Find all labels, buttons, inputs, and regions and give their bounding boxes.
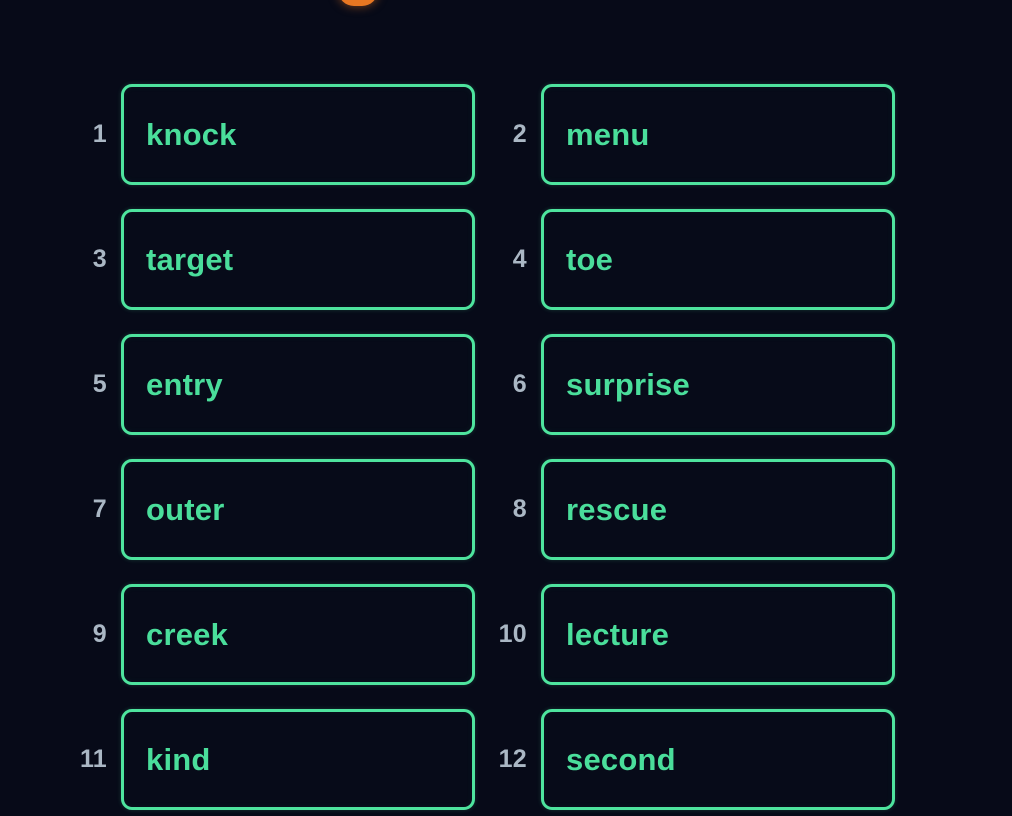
list-item[interactable]: 2 menu [477, 84, 952, 185]
word-box[interactable]: toe [541, 209, 895, 310]
word-text: knock [146, 117, 237, 152]
list-item[interactable]: 4 toe [477, 209, 952, 310]
item-number: 10 [498, 620, 527, 648]
item-number: 9 [92, 620, 107, 648]
list-item[interactable]: 10 lecture [477, 584, 952, 685]
word-text: kind [146, 742, 211, 777]
clipped-orange-badge[interactable] [338, 0, 378, 6]
item-number: 5 [92, 370, 107, 398]
word-text: entry [146, 367, 223, 402]
word-box[interactable]: second [541, 709, 895, 810]
word-box[interactable]: outer [121, 459, 475, 560]
word-box[interactable]: target [121, 209, 475, 310]
item-number: 6 [512, 370, 527, 398]
word-text: surprise [566, 367, 690, 402]
word-box[interactable]: entry [121, 334, 475, 435]
list-item[interactable]: 7 outer [0, 459, 475, 560]
list-item[interactable]: 6 surprise [477, 334, 952, 435]
word-text: creek [146, 617, 229, 652]
item-number: 12 [498, 745, 527, 773]
list-item[interactable]: 11 kind [0, 709, 475, 810]
word-box[interactable]: knock [121, 84, 475, 185]
item-number: 7 [92, 495, 107, 523]
word-box[interactable]: lecture [541, 584, 895, 685]
list-item[interactable]: 9 creek [0, 584, 475, 685]
item-number: 1 [92, 120, 107, 148]
word-list-grid: 1 knock 2 menu 3 target 4 toe 5 entry 6 … [0, 84, 1012, 810]
list-item[interactable]: 5 entry [0, 334, 475, 435]
list-item[interactable]: 1 knock [0, 84, 475, 185]
word-box[interactable]: surprise [541, 334, 895, 435]
word-box[interactable]: creek [121, 584, 475, 685]
word-text: second [566, 742, 676, 777]
item-number: 3 [92, 245, 107, 273]
item-number: 11 [79, 745, 107, 773]
list-item[interactable]: 8 rescue [477, 459, 952, 560]
list-item[interactable]: 12 second [477, 709, 952, 810]
list-item[interactable]: 3 target [0, 209, 475, 310]
item-number: 2 [512, 120, 527, 148]
word-text: rescue [566, 492, 668, 527]
word-text: menu [566, 117, 650, 152]
word-text: target [146, 242, 234, 277]
item-number: 8 [512, 495, 527, 523]
word-text: toe [566, 242, 614, 277]
item-number: 4 [512, 245, 527, 273]
word-box[interactable]: rescue [541, 459, 895, 560]
word-box[interactable]: kind [121, 709, 475, 810]
word-text: outer [146, 492, 225, 527]
word-box[interactable]: menu [541, 84, 895, 185]
word-text: lecture [566, 617, 670, 652]
